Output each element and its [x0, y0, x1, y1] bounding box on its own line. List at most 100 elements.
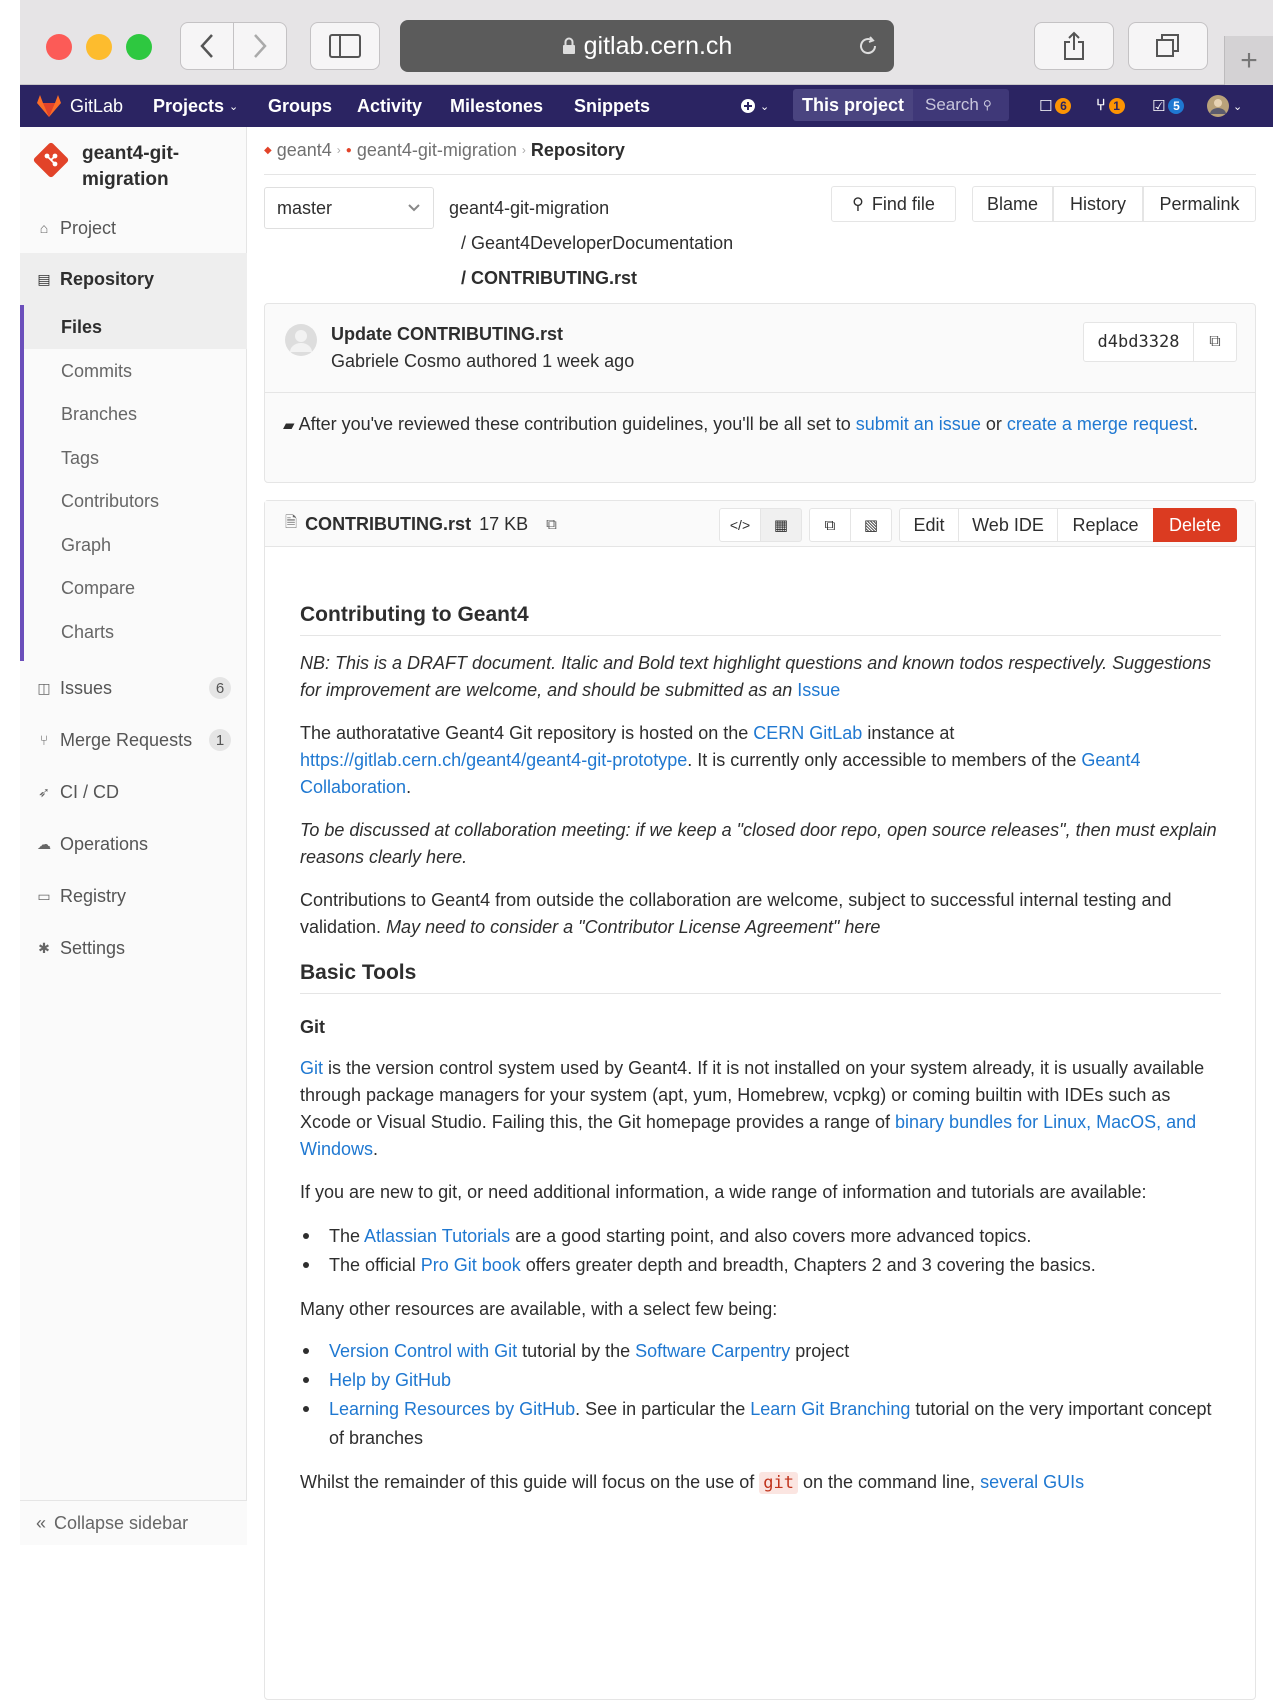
sidebar-item-settings[interactable]: ✱ Settings: [20, 931, 247, 965]
git-link[interactable]: Git: [300, 1058, 323, 1078]
blame-button[interactable]: Blame: [972, 186, 1053, 222]
copy-source-icon[interactable]: ⧉: [809, 508, 851, 542]
sidebar-item-merge-requests[interactable]: ⑂ Merge Requests 1: [20, 723, 247, 757]
sidebar-sub-tags[interactable]: Tags: [24, 436, 247, 480]
file-icon: 🗎: [285, 514, 298, 531]
sidebar-item-repository[interactable]: ▤ Repository: [20, 253, 247, 305]
copy-icon[interactable]: ⧉: [1194, 323, 1236, 361]
sidebar-sub-graph[interactable]: Graph: [24, 523, 247, 567]
pro-git-book-link[interactable]: Pro Git book: [421, 1255, 521, 1275]
copy-icon[interactable]: ⧉: [546, 516, 557, 533]
code-view-icon[interactable]: </>: [719, 508, 761, 542]
open-raw-icon[interactable]: ▧: [850, 508, 892, 542]
several-guis-link[interactable]: several GUIs: [980, 1472, 1084, 1492]
create-merge-request-link[interactable]: create a merge request: [1007, 414, 1193, 434]
nav-projects[interactable]: Projects ⌄: [153, 85, 238, 127]
version-control-link[interactable]: Version Control with Git: [329, 1341, 517, 1361]
tabs-overview-button[interactable]: [1128, 22, 1208, 70]
sidebar-sub-compare[interactable]: Compare: [24, 566, 247, 610]
sidebar-toggle-button[interactable]: [310, 22, 380, 70]
breadcrumb-group[interactable]: geant4: [277, 140, 332, 161]
sidebar-sub-charts[interactable]: Charts: [24, 610, 247, 654]
paragraph-text: .: [406, 777, 412, 797]
list-text: The: [329, 1226, 365, 1246]
paragraph-text: To be discussed at collaboration meeting…: [300, 820, 1217, 867]
collapse-sidebar-button[interactable]: « Collapse sidebar: [20, 1500, 247, 1545]
permalink-button[interactable]: Permalink: [1143, 186, 1256, 222]
new-tab-button[interactable]: +: [1224, 36, 1273, 85]
search-icon: ⚲: [982, 98, 992, 112]
todos-link[interactable]: ☐ 6: [1039, 85, 1072, 127]
repo-url-link[interactable]: https://gitlab.cern.ch/geant4/geant4-git…: [300, 750, 687, 770]
user-menu[interactable]: ⌄: [1206, 85, 1242, 127]
software-carpentry-link[interactable]: Software Carpentry: [635, 1341, 790, 1361]
reload-icon[interactable]: [856, 34, 880, 58]
list-item: The official Pro Git book offers greater…: [300, 1251, 1221, 1280]
issue-link[interactable]: Issue: [797, 680, 840, 700]
search-input[interactable]: Search ⚲: [913, 89, 1009, 121]
history-button[interactable]: History: [1053, 186, 1143, 222]
file-header: 🗎 CONTRIBUTING.rst 17 KB ⧉ </> ▦ ⧉ ▧ Edi…: [265, 501, 1255, 547]
sidebar-sub-branches[interactable]: Branches: [24, 392, 247, 436]
notice-text: or: [980, 414, 1007, 434]
sidebar-item-label: Repository: [60, 268, 155, 289]
search-scope-this-project[interactable]: This project: [793, 89, 913, 121]
nav-milestones[interactable]: Milestones: [450, 85, 543, 127]
merge-request-icon: ⑂: [39, 732, 49, 748]
forward-button[interactable]: [233, 22, 287, 70]
file-path: geant4-git-migration / Geant4DeveloperDo…: [449, 191, 733, 296]
sidebar-item-label: Merge Requests: [60, 729, 193, 750]
nav-snippets[interactable]: Snippets: [574, 85, 650, 127]
branch-selector[interactable]: master: [264, 187, 434, 229]
sidebar-item-cicd[interactable]: ➶ CI / CD: [20, 775, 247, 809]
container-icon: ▭: [37, 887, 51, 904]
sidebar-item-issues[interactable]: ◫ Issues 6: [20, 671, 247, 705]
replace-button[interactable]: Replace: [1057, 508, 1154, 542]
tutorial-list: The Atlassian Tutorials are a good start…: [300, 1222, 1221, 1280]
atlassian-tutorials-link[interactable]: Atlassian Tutorials: [364, 1226, 510, 1246]
find-file-button[interactable]: ⚲ Find file: [831, 186, 956, 222]
sidebar-sub-contributors[interactable]: Contributors: [24, 479, 247, 523]
cern-gitlab-link[interactable]: CERN GitLab: [753, 723, 862, 743]
breadcrumb-project[interactable]: geant4-git-migration: [357, 140, 517, 161]
book-icon: ▰: [283, 417, 295, 434]
sidebar-item-project[interactable]: ⌂ Project: [20, 213, 247, 243]
learn-git-branching-link[interactable]: Learn Git Branching: [750, 1399, 910, 1419]
path-project[interactable]: geant4-git-migration: [449, 191, 733, 226]
nav-groups[interactable]: Groups: [268, 85, 332, 127]
avatar: [285, 324, 317, 356]
rendered-view-icon[interactable]: ▦: [760, 508, 802, 542]
learning-resources-link[interactable]: Learning Resources by GitHub: [329, 1399, 575, 1419]
commit-sha[interactable]: d4bd3328: [1084, 323, 1194, 361]
mr-count-badge: 1: [209, 729, 231, 751]
sidebar-item-registry[interactable]: ▭ Registry: [20, 879, 247, 913]
edit-button[interactable]: Edit: [899, 508, 959, 542]
find-file-label: Find file: [871, 193, 935, 214]
back-button[interactable]: [180, 22, 234, 70]
commit-author[interactable]: Gabriele Cosmo: [331, 351, 461, 371]
help-by-github-link[interactable]: Help by GitHub: [329, 1370, 451, 1390]
paragraph-text: . It is currently only accessible to mem…: [687, 750, 1082, 770]
list-item: Version Control with Git tutorial by the…: [300, 1337, 1221, 1366]
sidebar-item-operations[interactable]: ☁ Operations: [20, 827, 247, 861]
issues-link[interactable]: ☑ 5: [1152, 85, 1185, 127]
sidebar-sub-files[interactable]: Files: [24, 305, 247, 349]
merge-requests-link[interactable]: ⑂ 1: [1096, 85, 1125, 127]
sidebar-sub-commits[interactable]: Commits: [24, 349, 247, 393]
share-icon: [1064, 31, 1084, 60]
address-bar[interactable]: gitlab.cern.ch: [400, 20, 894, 72]
submit-issue-link[interactable]: submit an issue: [856, 414, 981, 434]
delete-button[interactable]: Delete: [1153, 508, 1237, 542]
web-ide-button[interactable]: Web IDE: [958, 508, 1058, 542]
minimize-window-button[interactable]: [86, 34, 112, 60]
path-directory[interactable]: / Geant4DeveloperDocumentation: [449, 226, 733, 261]
zoom-window-button[interactable]: [126, 34, 152, 60]
nav-activity[interactable]: Activity: [357, 85, 422, 127]
gitlab-home-link[interactable]: GitLab: [36, 85, 123, 127]
close-window-button[interactable]: [46, 34, 72, 60]
share-button[interactable]: [1034, 22, 1114, 70]
sidebar-project-header[interactable]: geant4-git-migration: [32, 141, 222, 193]
plus-circle-icon: [741, 99, 755, 113]
new-item-dropdown[interactable]: ⌄: [740, 85, 769, 127]
commit-title[interactable]: Update CONTRIBUTING.rst: [331, 324, 563, 345]
